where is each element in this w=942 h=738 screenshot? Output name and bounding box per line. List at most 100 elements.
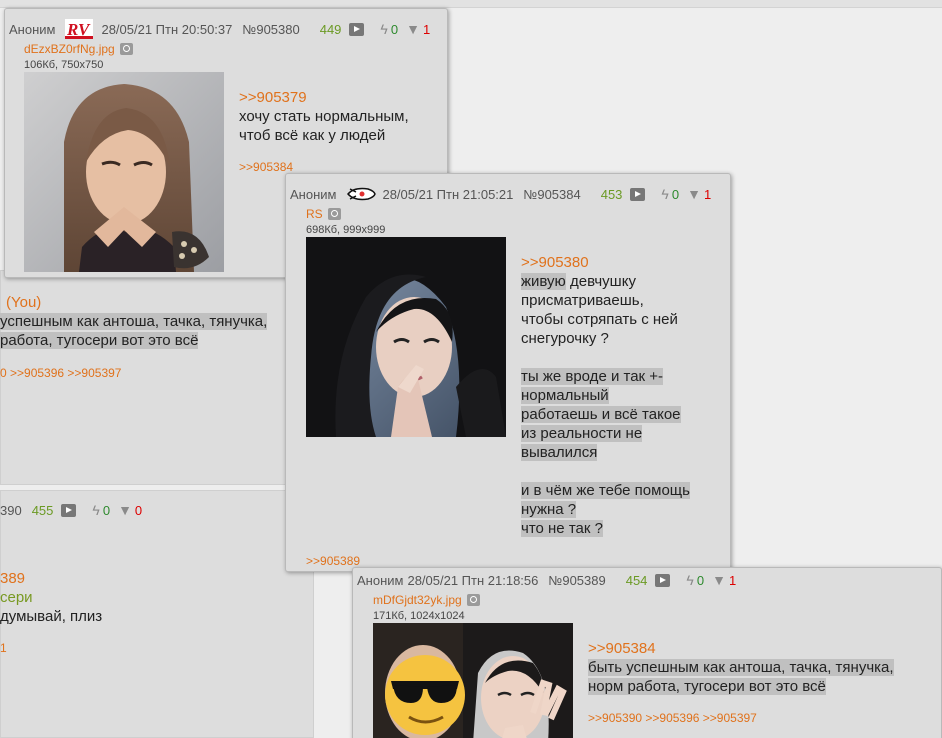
- dislikes-count: 1: [728, 572, 737, 588]
- search-icon[interactable]: [119, 43, 133, 55]
- post-number[interactable]: №905389: [548, 573, 605, 588]
- file-name-link[interactable]: mDfGjdt32yk.jpg: [373, 593, 480, 607]
- post-count: 453: [600, 186, 623, 202]
- post-text-line-8: из реальности не: [521, 424, 643, 443]
- post-text-line-5: ты же вроде и так +-: [521, 367, 664, 386]
- bg-reply-fragment[interactable]: 389: [0, 570, 25, 587]
- post-count: 449: [319, 21, 342, 37]
- post-text-line-2: чтоб всё как у людей: [239, 127, 386, 144]
- file-meta: 171Кб, 1024x1024: [373, 610, 465, 622]
- search-icon[interactable]: [466, 594, 480, 606]
- highlight-line: вывалился: [521, 444, 598, 461]
- post-text-line-3: чтобы сотряпать с ней: [521, 311, 678, 328]
- bg-link-fragment[interactable]: 1: [0, 641, 7, 655]
- likes-count: 0: [390, 21, 399, 37]
- file-name-link[interactable]: dEzxBZ0rfNg.jpg: [24, 42, 133, 56]
- post-905384: Аноним 28/05/21 Птн 21:05:21 №905384 453…: [285, 173, 731, 572]
- post-text-line-1: хочу стать нормальным,: [239, 108, 409, 125]
- play-icon[interactable]: [61, 503, 77, 517]
- post-text-line-6: нормальный: [521, 386, 609, 405]
- post-datetime: 28/05/21 Птн 21:18:56: [407, 572, 539, 588]
- file-name[interactable]: dEzxBZ0rfNg.jpg: [24, 42, 115, 56]
- post-number[interactable]: №905380: [242, 22, 299, 37]
- replies-links[interactable]: >>905390 >>905396 >>905397: [588, 711, 757, 725]
- thumbs-down-icon[interactable]: ▼: [712, 572, 726, 588]
- replies-links[interactable]: >>905384: [239, 160, 293, 174]
- bg-quote-fragment: сери: [0, 589, 33, 606]
- post-text-line-1: живую девчушку: [521, 272, 636, 291]
- dislikes-count: 1: [422, 21, 431, 37]
- bg-post-2-header: 390 455 ϟ 0 ▼ 0: [0, 500, 142, 520]
- thumbs-down-icon[interactable]: ▼: [406, 21, 420, 37]
- highlight-line: нормальный: [521, 387, 609, 404]
- bg-text-fragment: думывай, плиз: [0, 608, 103, 625]
- file-meta: 698Кб, 999x999: [306, 224, 386, 236]
- highlight-line: норм работа, тугосери вот это всё: [588, 678, 826, 695]
- post-number[interactable]: №905384: [523, 187, 580, 202]
- bg-you-label: (You): [6, 294, 42, 311]
- highlight-line: работаешь и всё такое: [521, 406, 681, 423]
- play-icon[interactable]: [349, 22, 365, 36]
- file-name-link[interactable]: RS: [306, 207, 341, 221]
- bg-text-line-1: успешным как антоша, тачка, тянучка,: [0, 313, 268, 330]
- author-name: Аноним: [9, 21, 56, 37]
- highlight-line: ты же вроде и так +-: [521, 368, 664, 385]
- post-text-line-11: нужна ?: [521, 500, 577, 519]
- reply-to-link[interactable]: >>905379: [239, 89, 307, 106]
- post-header: Аноним 28/05/21 Птн 21:18:56 №905389 454…: [357, 570, 941, 590]
- post-header: Аноним RV 28/05/21 Птн 20:50:37 №905380 …: [9, 19, 447, 39]
- post-905389: Аноним 28/05/21 Птн 21:18:56 №905389 454…: [352, 567, 942, 738]
- post-header: Аноним 28/05/21 Птн 21:05:21 №905384 453…: [290, 184, 730, 204]
- rv-logo-icon: RV: [65, 19, 94, 39]
- reply-to-link[interactable]: >>905384: [588, 640, 656, 657]
- highlight-word: живую: [521, 273, 566, 290]
- bg-text-line-2: работа, тугосери вот это всё: [0, 332, 199, 349]
- file-name[interactable]: RS: [306, 207, 323, 221]
- post-image-thumbnail[interactable]: [306, 237, 506, 437]
- likes-count: 0: [671, 186, 680, 202]
- play-icon[interactable]: [655, 573, 671, 587]
- author-name: Аноним: [357, 572, 404, 588]
- dislikes-count: 1: [703, 186, 712, 202]
- replies-links[interactable]: >>905389: [306, 554, 360, 568]
- post-count: 454: [625, 572, 648, 588]
- play-icon[interactable]: [630, 187, 646, 201]
- bg-post-count: 455: [31, 502, 54, 518]
- highlight-line: нужна ?: [521, 501, 577, 518]
- post-text-line-4: снегурочку ?: [521, 330, 609, 347]
- lightning-icon[interactable]: ϟ: [661, 186, 668, 202]
- author-name: Аноним: [290, 186, 337, 202]
- post-text-line-7: работаешь и всё такое: [521, 405, 681, 424]
- highlight-line: быть успешным как антоша, тачка, тянучка…: [588, 659, 894, 676]
- sunglasses-emoji-icon: [385, 655, 465, 735]
- post-text-line-10: и в чём же тебе помощь: [521, 481, 690, 500]
- post-image-thumbnail[interactable]: [24, 72, 224, 272]
- post-datetime: 28/05/21 Птн 21:05:21: [382, 186, 514, 202]
- post-image-thumbnail[interactable]: [373, 623, 573, 738]
- post-text-line-2: присматриваешь,: [521, 292, 644, 309]
- post-text-line-12: что не так ?: [521, 519, 603, 538]
- thumbs-down-icon[interactable]: ▼: [118, 502, 132, 518]
- post-datetime: 28/05/21 Птн 20:50:37: [101, 21, 233, 37]
- lightning-icon[interactable]: ϟ: [92, 502, 99, 518]
- post-text-line-9: вывалился: [521, 443, 598, 462]
- bg-likes: 0: [102, 502, 111, 518]
- file-name[interactable]: mDfGjdt32yk.jpg: [373, 593, 462, 607]
- lightning-icon[interactable]: ϟ: [380, 21, 387, 37]
- post-text-rest: девчушку: [565, 273, 636, 290]
- thumbs-down-icon[interactable]: ▼: [687, 186, 701, 202]
- rocket-icon: [346, 185, 377, 203]
- bg-post-number-fragment: 390: [0, 502, 22, 518]
- lightning-icon[interactable]: ϟ: [686, 572, 693, 588]
- highlight-line: и в чём же тебе помощь: [521, 482, 690, 499]
- highlight-line: что не так ?: [521, 520, 603, 537]
- reply-to-link[interactable]: >>905380: [521, 254, 589, 271]
- top-strip: [0, 0, 942, 8]
- likes-count: 0: [696, 572, 705, 588]
- search-icon[interactable]: [327, 208, 341, 220]
- highlight-line: из реальности не: [521, 425, 643, 442]
- bg-dislikes: 0: [134, 502, 143, 518]
- bg-reply-links[interactable]: 0 >>905396 >>905397: [0, 366, 121, 380]
- post-text-line-2: норм работа, тугосери вот это всё: [588, 677, 826, 696]
- post-text-line-1: быть успешным как антоша, тачка, тянучка…: [588, 658, 894, 677]
